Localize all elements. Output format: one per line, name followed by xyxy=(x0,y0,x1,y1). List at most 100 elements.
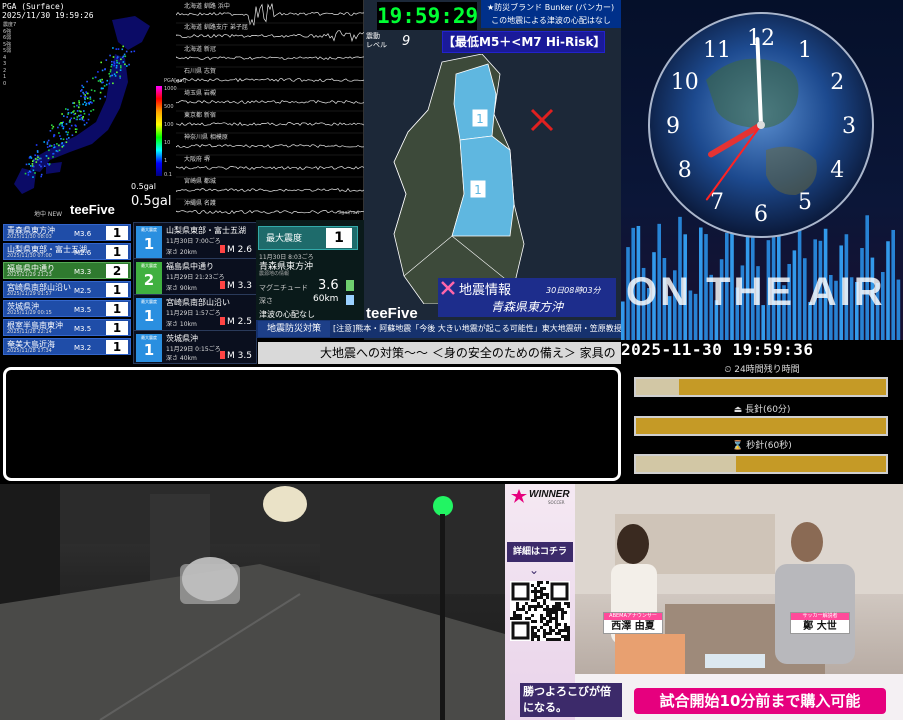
station-dot xyxy=(85,104,87,106)
qr-module xyxy=(555,608,558,611)
station-dot xyxy=(25,163,28,166)
qr-module xyxy=(564,602,567,605)
countdown-label-text: 長針(60分) xyxy=(744,405,791,415)
station-dot xyxy=(89,98,92,100)
waveform-trace xyxy=(176,3,364,26)
countdown-bar-fill xyxy=(636,379,679,395)
quake-row[interactable]: 山梨県東部・富士五湖 2025/11/30 07:00 M2.6 1 xyxy=(3,243,131,260)
station-dot xyxy=(90,110,92,112)
kyushu-landmass xyxy=(14,168,36,194)
station-dot xyxy=(118,62,120,65)
ad-slogan: 勝つよろこびが倍になる。 xyxy=(520,683,622,717)
qr-module xyxy=(546,605,549,608)
station-dot xyxy=(73,102,76,104)
waveform-trace xyxy=(176,100,364,104)
quake-row[interactable]: 福島県中通り 2025/11/29 21:23 M3.3 2 xyxy=(3,262,131,279)
station-dot xyxy=(112,47,114,49)
station-dot xyxy=(99,91,102,94)
pga-scale-tick: 500 xyxy=(164,104,174,110)
pga-scale-tick: 10 xyxy=(164,140,171,146)
winner-star-icon xyxy=(511,489,527,503)
quake-row-mag: M2.6 xyxy=(74,249,92,257)
station-dot xyxy=(92,109,95,111)
quake-card-mag: M 2.6 xyxy=(220,245,252,255)
qr-module xyxy=(537,590,540,593)
quake-card-time: 11月29日 0:15ごろ xyxy=(166,346,221,353)
quake-row[interactable]: 根室半島南東沖 2025/11/28 22:14 M3.5 1 xyxy=(3,319,131,336)
station-dot xyxy=(108,73,110,75)
clock-number: 6 xyxy=(754,202,768,227)
quake-row[interactable]: 茨城県沖 2025/11/29 00:15 M3.5 1 xyxy=(3,300,131,317)
station-dot xyxy=(113,73,116,75)
station-dot xyxy=(28,170,31,173)
station-dot xyxy=(45,155,48,157)
qr-module xyxy=(552,617,555,620)
street-camera-feed xyxy=(0,484,505,720)
qr-module xyxy=(555,614,558,617)
qr-module xyxy=(537,602,540,605)
qr-module xyxy=(540,620,543,623)
qr-module xyxy=(534,635,537,638)
station-dot xyxy=(81,84,83,87)
station-dot xyxy=(48,149,50,152)
station-dot xyxy=(75,131,77,133)
banner-title: ★防災ブランド Bunker (バンカー) xyxy=(487,3,615,12)
station-dot xyxy=(120,66,122,69)
qr-module xyxy=(519,608,522,611)
clock-number: 8 xyxy=(678,158,692,183)
station-dot xyxy=(76,104,78,107)
qr-module xyxy=(543,632,546,635)
clock-number: 1 xyxy=(798,38,812,63)
station-dot xyxy=(50,145,53,147)
waveform-trace xyxy=(176,121,364,126)
station-dot xyxy=(123,53,126,56)
ad-cta-button[interactable]: 試合開始10分前まで購入可能 xyxy=(634,688,886,714)
qr-module xyxy=(534,608,537,611)
qr-module xyxy=(552,605,555,608)
station-dot xyxy=(105,83,108,86)
station-dot xyxy=(37,158,40,161)
station-dot xyxy=(62,144,65,147)
quake-row[interactable]: 宮崎県南部山沿い 2025/11/29 01:57 M2.5 1 xyxy=(3,281,131,298)
quake-row-time: 2025/11/30 08:03 xyxy=(7,234,52,240)
qr-module xyxy=(558,602,561,605)
station-dot xyxy=(86,97,89,100)
qr-module xyxy=(567,632,570,635)
qr-module xyxy=(549,617,552,620)
station-dot xyxy=(133,50,136,53)
qr-module xyxy=(537,584,540,587)
quake-card[interactable]: 最大震度 1 茨城県沖 11月29日 0:15ごろ 深さ 40km M 3.5 xyxy=(133,330,257,364)
qr-module xyxy=(540,581,543,584)
qr-code[interactable] xyxy=(510,581,570,641)
qr-module xyxy=(543,608,546,611)
station-dot xyxy=(113,64,115,67)
quake-row[interactable]: 青森県東方沖 2025/11/30 08:03 M3.6 1 xyxy=(3,224,131,241)
qr-module xyxy=(564,629,567,632)
seismic-footer-left: 地中 NEW xyxy=(34,211,63,218)
station-dot xyxy=(48,163,51,165)
qr-module xyxy=(561,611,564,614)
ad-person-role: ABEMAアナウンサー xyxy=(604,613,662,620)
quake-row[interactable]: 奄美大島近海 2025/11/28 17:34 M3.2 1 xyxy=(3,338,131,355)
ad-detail-button[interactable]: 詳細はコチラ xyxy=(507,542,573,562)
station-dot xyxy=(124,55,127,58)
station-dot xyxy=(35,161,38,163)
quake-card-intensity-label: 最大震度 xyxy=(141,263,157,268)
station-dot xyxy=(67,113,69,115)
quake-card-intensity-label: 最大震度 xyxy=(141,227,157,232)
waveform-traces xyxy=(176,3,364,214)
qr-module xyxy=(531,638,534,641)
qr-module xyxy=(555,620,558,623)
qr-module xyxy=(549,611,552,614)
magnitude-indicator xyxy=(346,280,354,291)
station-dot xyxy=(69,119,72,121)
qr-module xyxy=(546,611,549,614)
station-dot xyxy=(67,108,69,111)
depth-indicator xyxy=(346,295,354,305)
countdown-bar xyxy=(634,454,888,474)
station-dot xyxy=(46,141,49,144)
pga-scale-tick: 0.1 xyxy=(164,172,172,178)
station-dot xyxy=(97,80,100,82)
quake-row-intensity: 2 xyxy=(106,264,128,278)
max-intensity-value: 1 xyxy=(326,228,352,248)
